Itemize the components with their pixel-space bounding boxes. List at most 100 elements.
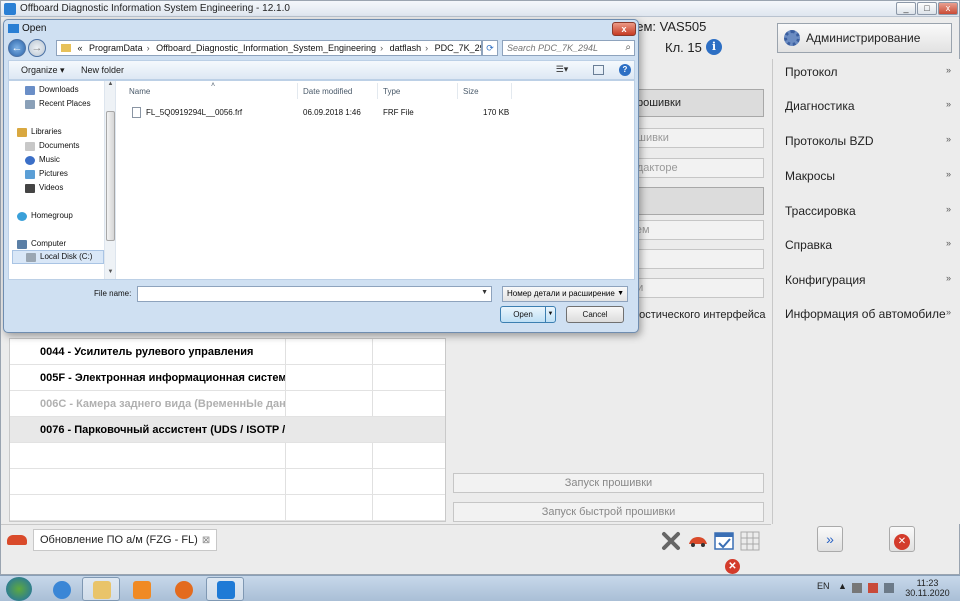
column-header-size[interactable]: Size — [463, 87, 479, 96]
taskbar-explorer[interactable] — [82, 577, 120, 601]
language-indicator[interactable]: EN — [817, 581, 830, 591]
error-status-icon[interactable]: ✕ — [725, 559, 740, 574]
nav-pictures[interactable]: Pictures — [25, 167, 68, 181]
tab-software-update[interactable]: Обновление ПО а/м (FZG - FL) ⊠ — [7, 527, 218, 553]
editor-button[interactable]: едакторе — [624, 158, 764, 178]
exit-button[interactable]: ✕ — [889, 526, 915, 552]
search-input[interactable] — [503, 41, 619, 55]
column-header-date[interactable]: Date modified — [303, 87, 352, 96]
nav-label: Pictures — [39, 169, 68, 178]
breadcrumb-odis[interactable]: Offboard_Diagnostic_Information_System_E… — [156, 43, 376, 53]
taskbar-odis[interactable] — [206, 577, 244, 601]
nav-computer[interactable]: Computer — [17, 237, 66, 251]
sidebar-item-label: Справка — [785, 238, 833, 252]
open-button[interactable]: Open ▼ — [500, 306, 556, 323]
chevron-down-icon: » — [945, 307, 951, 317]
taskbar-ie[interactable] — [42, 577, 80, 601]
option-ii-button[interactable]: ии — [624, 278, 764, 298]
file-name-input[interactable]: ▼ — [137, 286, 492, 302]
minimize-button[interactable]: _ — [896, 2, 916, 15]
breadcrumb-programdata[interactable]: ProgramData — [89, 43, 143, 53]
sidebar-item-protocol[interactable]: Протокол » — [785, 65, 955, 79]
refresh-icon[interactable]: ⟳ — [482, 40, 498, 56]
breadcrumb-pdc[interactable]: PDC_7K_294L — [435, 43, 481, 53]
nav-music[interactable]: Music — [25, 153, 60, 167]
file-type-filter[interactable]: Номер детали и расширение ▼ — [502, 286, 628, 302]
preview-pane-icon[interactable] — [593, 65, 604, 75]
address-bar[interactable]: « ProgramData › Offboard_Diagnostic_Infor… — [56, 40, 482, 56]
nav-downloads[interactable]: Downloads — [25, 83, 79, 97]
sort-caret-icon: ˄ — [211, 82, 216, 89]
flash-start-button[interactable]: Запуск прошивки — [453, 473, 764, 493]
sidebar-item-diagnostics[interactable]: Диагностика » — [785, 99, 955, 113]
grid-icon[interactable] — [740, 531, 760, 551]
chevron-down-icon[interactable]: ▼ — [481, 289, 488, 296]
table-row[interactable] — [10, 495, 445, 521]
search-box[interactable]: ⌕ — [502, 40, 635, 56]
organize-button[interactable]: Organize ▾ — [21, 65, 65, 76]
breadcrumb-overflow[interactable]: « — [78, 43, 83, 53]
nav-homegroup[interactable]: Homegroup — [17, 209, 73, 223]
forward-double-chevron-button[interactable]: » — [817, 526, 843, 552]
tab-close-icon[interactable]: ⊠ — [202, 535, 210, 546]
calendar-check-icon[interactable] — [714, 531, 734, 551]
table-row[interactable]: 005F - Электронная информационная систем… — [10, 365, 445, 391]
option-a-button[interactable]: а — [624, 249, 764, 269]
help-icon[interactable]: ? — [619, 64, 631, 76]
table-row[interactable] — [10, 443, 445, 469]
sidebar-item-vehicle-info[interactable]: Информация об автомобиле» — [785, 307, 955, 321]
scroll-thumb[interactable] — [106, 111, 115, 241]
taskbar-firefox[interactable] — [164, 577, 202, 601]
scroll-down-icon[interactable]: ▼ — [106, 269, 115, 275]
nav-scrollbar[interactable]: ▲ ▼ — [104, 81, 115, 279]
sidebar-item-help[interactable]: Справка » — [785, 238, 955, 252]
table-row[interactable]: 0076 - Парковочный ассистент (UDS / ISOT… — [10, 417, 445, 443]
nav-libraries[interactable]: Libraries — [17, 125, 62, 139]
dialog-close-button[interactable]: x — [612, 22, 636, 36]
table-row[interactable] — [10, 469, 445, 495]
table-row[interactable]: 0044 - Усилитель рулевого управления — [10, 339, 445, 365]
recent-places-icon — [25, 99, 35, 109]
option-button[interactable]: 2 — [624, 187, 764, 215]
volume-icon[interactable] — [884, 583, 894, 593]
maximize-button[interactable]: □ — [917, 2, 937, 15]
breadcrumb-datflash[interactable]: datflash — [390, 43, 422, 53]
flash-button[interactable]: прошивки — [624, 89, 764, 117]
nav-videos[interactable]: Videos — [25, 181, 63, 195]
flash-secondary-button[interactable]: ошивки — [624, 128, 764, 148]
taskbar-media[interactable] — [122, 577, 160, 601]
clock[interactable]: 11:23 30.11.2020 — [900, 578, 955, 598]
file-row[interactable]: FL_5Q0919294L__0056.frf 06.09.2018 1:46 … — [126, 105, 546, 121]
back-button[interactable]: ← — [8, 39, 26, 57]
close-button[interactable]: x — [938, 2, 958, 15]
chevron-down-icon: » — [945, 134, 951, 144]
column-header-name[interactable]: Name — [129, 87, 150, 96]
sidebar-item-trace[interactable]: Трассировка » — [785, 204, 955, 218]
table-row[interactable]: 006C - Камера заднего вида (ВременнЫе да… — [10, 391, 445, 417]
sidebar-item-macros[interactable]: Макросы » — [785, 169, 955, 183]
nav-local-disk[interactable]: Local Disk (C:) — [12, 250, 104, 264]
sidebar-item-bzd[interactable]: Протоколы BZD » — [785, 134, 955, 148]
view-options-icon[interactable]: ☰▾ — [555, 64, 569, 76]
cancel-button[interactable]: Cancel — [566, 306, 624, 323]
new-folder-button[interactable]: New folder — [81, 65, 124, 75]
network-icon[interactable] — [868, 583, 878, 593]
start-button[interactable] — [6, 577, 32, 601]
car-icon[interactable] — [687, 531, 709, 551]
flag-icon[interactable] — [852, 583, 862, 593]
nav-documents[interactable]: Documents — [25, 139, 79, 153]
sidebar-item-config[interactable]: Конфигурация » — [785, 273, 955, 287]
info-icon[interactable]: i — [706, 39, 722, 55]
scroll-up-icon[interactable]: ▲ — [106, 81, 115, 87]
systems-button[interactable]: тем — [624, 220, 764, 240]
admin-button[interactable]: Администрирование — [777, 23, 952, 53]
tray-expand-icon[interactable]: ▲ — [838, 581, 847, 591]
nav-recent-places[interactable]: Recent Places — [25, 97, 91, 111]
nav-label: Recent Places — [39, 99, 91, 108]
quick-flash-start-button[interactable]: Запуск быстрой прошивки — [453, 502, 764, 522]
column-header-type[interactable]: Type — [383, 87, 400, 96]
chevron-down-icon[interactable]: ▼ — [545, 307, 555, 322]
tools-icon[interactable] — [661, 531, 681, 551]
nav-label: Documents — [39, 141, 80, 150]
forward-button[interactable]: → — [28, 39, 46, 57]
